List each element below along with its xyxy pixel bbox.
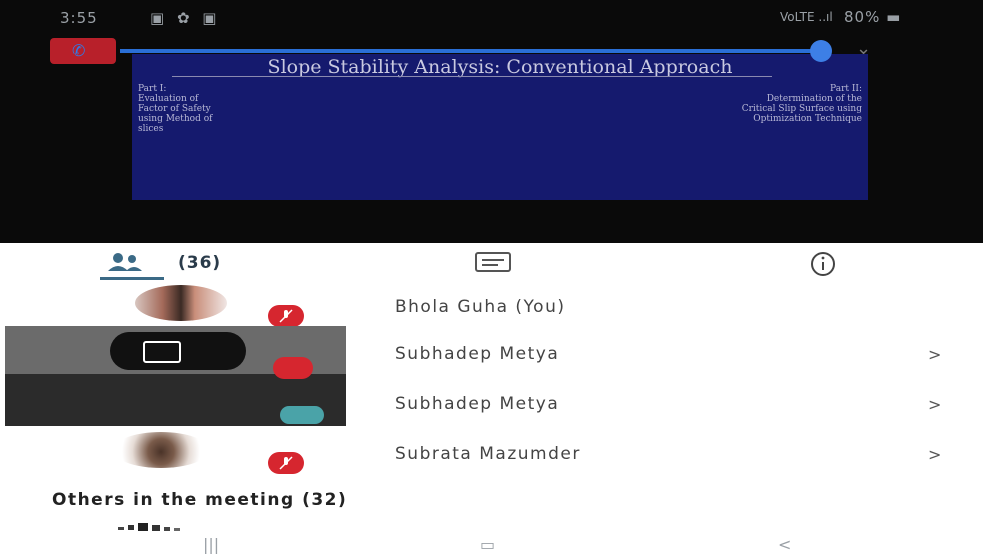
shared-screen-view[interactable]: 3:55 ▣ ✿ ▣ VoLTE ..ıl 80% ▬ Slope Stabil… — [0, 0, 983, 243]
recents-button[interactable]: ||| — [203, 535, 219, 554]
slide-part-one: Part I: Evaluation of Factor of Safety u… — [138, 84, 213, 134]
chevron-right-icon[interactable]: > — [928, 395, 941, 414]
chevron-right-icon[interactable]: > — [928, 345, 941, 364]
muted-mic-icon — [268, 452, 304, 474]
participant-name: Subrata Mazumder — [395, 444, 581, 464]
battery-indicator: 80% ▬ — [844, 8, 902, 26]
avatar — [113, 432, 209, 468]
status-time: 3:55 — [60, 9, 98, 27]
home-button[interactable]: ▭ — [480, 535, 495, 554]
return-to-call-button[interactable]: ✆ — [50, 38, 116, 64]
participant-name: Subhadep Metya — [395, 394, 560, 414]
participant-row[interactable]: Subrata Mazumder > — [0, 430, 983, 480]
people-icon — [108, 253, 142, 271]
avatar — [110, 518, 210, 532]
chevron-down-icon[interactable]: ⌄ — [856, 38, 871, 59]
participant-name: Bhola Guha (You) — [395, 297, 566, 317]
participant-name: Subhadep Metya — [395, 344, 560, 364]
tab-chat[interactable] — [474, 251, 514, 277]
call-progress-bar[interactable]: ✆ — [50, 38, 850, 66]
muted-mic-icon — [268, 305, 304, 327]
avatar — [135, 285, 227, 321]
presentation-slide: Slope Stability Analysis: Conventional A… — [132, 54, 868, 200]
phone-icon: ✆ — [72, 41, 86, 60]
tab-people[interactable]: (36) — [100, 251, 260, 280]
system-nav-bar: ||| ▭ < — [0, 533, 983, 555]
tab-selected-indicator — [100, 277, 164, 280]
participant-row[interactable]: Subhadep Metya > — [0, 380, 983, 430]
slide-part-two: Part II: Determination of the Critical S… — [741, 84, 862, 124]
chat-icon — [475, 252, 511, 272]
status-bar: 3:55 ▣ ✿ ▣ VoLTE ..ıl 80% ▬ — [0, 0, 983, 34]
call-progress-track — [120, 49, 830, 53]
notification-icons: ▣ ✿ ▣ — [150, 9, 221, 27]
info-icon — [811, 252, 835, 276]
chevron-right-icon[interactable]: > — [928, 445, 941, 464]
panel-tabs: (36) — [0, 243, 983, 283]
signal-indicator: VoLTE ..ıl — [780, 10, 833, 24]
others-heading: Others in the meeting (32) — [52, 490, 348, 510]
participant-row[interactable]: Subhadep Metya > — [0, 330, 983, 380]
tab-info[interactable] — [803, 251, 843, 277]
participant-count: (36) — [178, 253, 222, 273]
call-progress-knob[interactable] — [810, 40, 832, 62]
back-button[interactable]: < — [778, 535, 791, 554]
